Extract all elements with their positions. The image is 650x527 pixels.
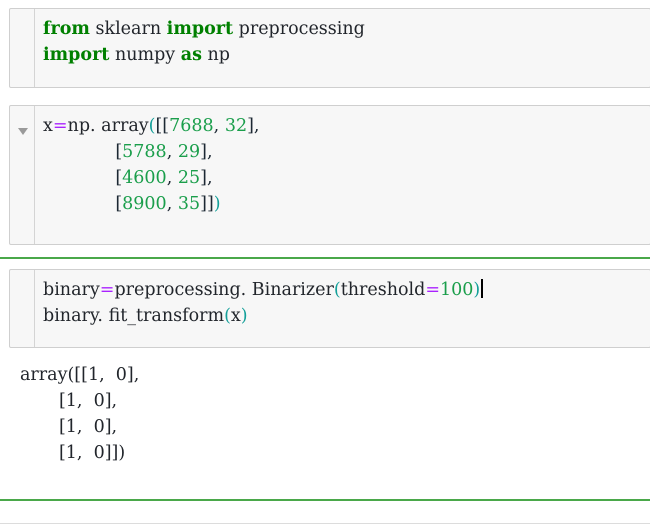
code-token: [ bbox=[43, 194, 123, 214]
notebook-root: from sklearn import preprocessing import … bbox=[0, 0, 650, 527]
code-token: 8900 bbox=[122, 194, 167, 214]
code-line: from sklearn import preprocessing bbox=[43, 16, 650, 42]
code-token: [ bbox=[43, 168, 123, 188]
code-token: 35 bbox=[177, 194, 201, 214]
code-token: from bbox=[43, 19, 90, 39]
code-token: import bbox=[166, 19, 234, 39]
code-line: [4600, 25], bbox=[43, 165, 650, 191]
code-token: fit_transform bbox=[103, 306, 225, 326]
cell-gutter[interactable] bbox=[10, 9, 35, 87]
code-token: = bbox=[52, 116, 68, 136]
code-token: 25 bbox=[177, 168, 201, 188]
code-token: x bbox=[43, 116, 53, 136]
code-cell-binarizer[interactable]: binary=preprocessing. Binarizer(threshol… bbox=[9, 269, 650, 348]
code-token: [[ bbox=[155, 116, 170, 136]
code-token: np. bbox=[67, 116, 96, 136]
next-cell-top-edge bbox=[0, 523, 650, 524]
code-token: numpy bbox=[109, 45, 181, 65]
code-line: [5788, 29], bbox=[43, 139, 650, 165]
code-token: as bbox=[180, 45, 202, 65]
code-token: preprocessing bbox=[233, 19, 365, 39]
code-token: 32 bbox=[224, 116, 248, 136]
code-token: binary. bbox=[43, 306, 103, 326]
code-token: np bbox=[201, 45, 230, 65]
output-line: [1, 0], bbox=[20, 417, 118, 437]
code-token: , bbox=[166, 142, 178, 162]
code-line: x=np. array([[7688, 32], bbox=[43, 113, 650, 139]
output-line: [1, 0]]) bbox=[20, 443, 126, 463]
code-token: 7688 bbox=[169, 116, 214, 136]
code-token: 29 bbox=[177, 142, 201, 162]
collapse-triangle-icon[interactable] bbox=[18, 128, 28, 135]
code-cell-array-definition[interactable]: x=np. array([[7688, 32], [5788, 29], [46… bbox=[9, 105, 650, 245]
code-token: Binarizer bbox=[246, 280, 334, 300]
code-token: 5788 bbox=[122, 142, 167, 162]
code-token: [ bbox=[43, 142, 123, 162]
code-token: ) bbox=[213, 194, 221, 214]
cell-gutter[interactable] bbox=[10, 270, 35, 347]
code-line: [8900, 35]]) bbox=[43, 191, 650, 217]
code-token: 100 bbox=[439, 280, 474, 300]
code-token: import bbox=[43, 45, 110, 65]
code-token: ) bbox=[240, 306, 248, 326]
code-token: ) bbox=[473, 280, 481, 300]
code-token: ], bbox=[200, 168, 213, 188]
code-token: ( bbox=[333, 280, 341, 300]
code-line: binary. fit_transform(x) bbox=[43, 303, 650, 329]
output-line: [1, 0], bbox=[20, 391, 118, 411]
cell-gutter[interactable] bbox=[10, 106, 35, 244]
cell-source[interactable]: binary=preprocessing. Binarizer(threshol… bbox=[35, 270, 650, 347]
cell-output-area: array([[1, 0], [1, 0], [1, 0], [1, 0]]) bbox=[0, 362, 650, 487]
code-token: ], bbox=[200, 142, 213, 162]
text-cursor bbox=[481, 279, 484, 298]
code-token: ( bbox=[224, 306, 231, 326]
code-token: , bbox=[166, 194, 178, 214]
cell-separator-green-top bbox=[0, 257, 650, 259]
code-token: ]] bbox=[200, 194, 214, 214]
code-line: binary=preprocessing. Binarizer(threshol… bbox=[43, 277, 650, 303]
code-cell-imports[interactable]: from sklearn import preprocessing import … bbox=[9, 8, 650, 88]
code-token: threshold bbox=[340, 280, 426, 300]
code-token: , bbox=[213, 116, 225, 136]
code-token: binary bbox=[43, 280, 100, 300]
code-token: = bbox=[99, 280, 115, 300]
code-token: preprocessing. bbox=[114, 280, 247, 300]
code-token: ], bbox=[247, 116, 260, 136]
code-token: , bbox=[166, 168, 178, 188]
code-line: import numpy as np bbox=[43, 42, 650, 68]
cell-source[interactable]: from sklearn import preprocessing import … bbox=[35, 9, 650, 87]
code-token: 4600 bbox=[122, 168, 167, 188]
code-token: array bbox=[95, 116, 149, 136]
code-token: = bbox=[425, 280, 440, 300]
output-line: array([[1, 0], bbox=[20, 365, 140, 385]
code-token: x bbox=[230, 306, 241, 326]
cell-separator-green-bottom bbox=[0, 499, 650, 501]
code-token: sklearn bbox=[89, 19, 167, 39]
cell-source[interactable]: x=np. array([[7688, 32], [5788, 29], [46… bbox=[35, 106, 650, 244]
